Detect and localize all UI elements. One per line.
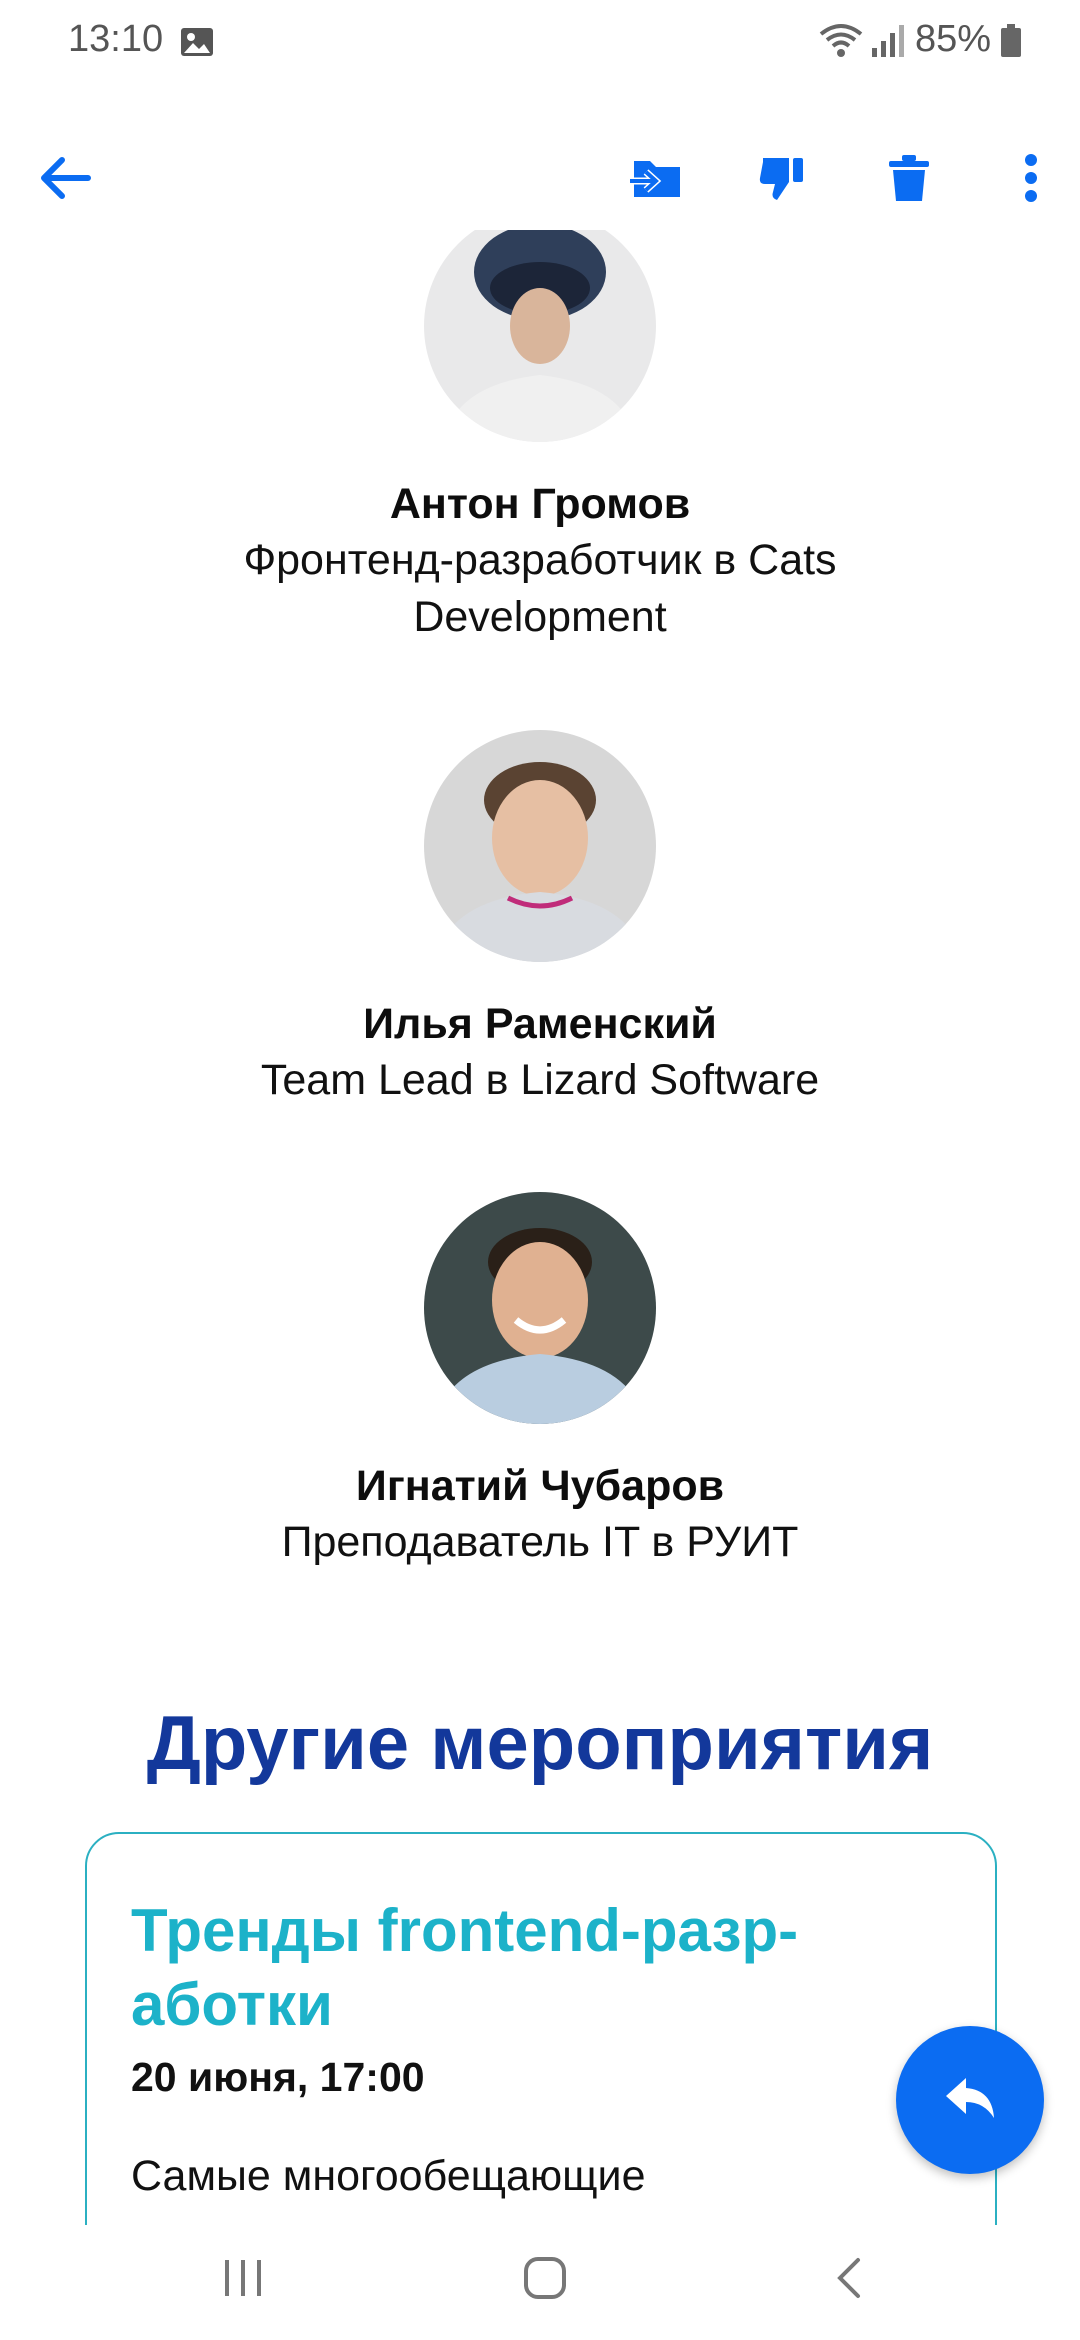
signal-icon — [870, 24, 906, 63]
speaker-role: Преподаватель IT в РУИТ — [281, 1518, 799, 1566]
back-button[interactable] — [20, 130, 110, 230]
event-card[interactable]: Тренды frontend-разр-аботки 20 июня, 17:… — [85, 1832, 997, 2225]
home-icon — [522, 2255, 568, 2306]
spam-button[interactable] — [738, 130, 828, 230]
delete-button[interactable] — [864, 130, 954, 230]
more-vert-icon — [1024, 153, 1038, 207]
message-body[interactable]: Антон Громов Фронтенд-разработчик в Cats… — [0, 230, 1080, 2225]
status-time: 13:10 — [68, 18, 164, 60]
event-date: 20 июня, 17:00 — [131, 2054, 425, 2100]
trash-icon — [886, 153, 932, 208]
nav-back-button[interactable] — [804, 2245, 894, 2315]
battery-icon — [1000, 24, 1022, 63]
speaker-name: Илья Раменский — [363, 1000, 717, 1048]
avatar — [424, 1192, 656, 1424]
section-title: Другие мероприятия — [146, 1701, 934, 1786]
battery-level: 85% — [915, 18, 992, 60]
speaker-name: Антон Громов — [389, 480, 691, 528]
speaker-card: Игнатий Чубаров Преподаватель IT в РУИТ — [0, 1192, 1080, 1571]
move-button[interactable] — [612, 130, 702, 230]
reply-button[interactable] — [896, 2026, 1044, 2174]
back-icon — [834, 2256, 864, 2305]
speaker-card: Илья Раменский Team Lead в Lizard Softwa… — [0, 730, 1080, 1109]
move-to-folder-icon — [628, 153, 686, 208]
recents-button[interactable] — [198, 2245, 288, 2315]
gallery-icon — [180, 27, 214, 62]
speaker-role: Фронтенд-разработчик в Cats Development — [243, 536, 837, 641]
home-button[interactable] — [500, 2245, 590, 2315]
avatar — [424, 230, 656, 442]
wifi-icon — [818, 22, 864, 65]
status-bar: 13:10 85% — [0, 0, 1080, 80]
recents-icon — [221, 2258, 265, 2303]
avatar — [424, 730, 656, 962]
speaker-role: Team Lead в Lizard Software — [260, 1056, 820, 1104]
system-nav-bar — [0, 2225, 1080, 2340]
speaker-name: Игнатий Чубаров — [355, 1462, 725, 1510]
event-title[interactable]: Тренды frontend-разр-аботки — [131, 1894, 891, 2042]
back-arrow-icon — [38, 155, 92, 206]
speaker-card: Антон Громов Фронтенд-разработчик в Cats… — [0, 230, 1080, 646]
spam-thumbs-down-icon — [757, 152, 809, 209]
event-description: Самые многообещающие — [131, 2152, 646, 2200]
reply-icon — [944, 2076, 996, 2125]
toolbar — [0, 130, 1080, 230]
more-options-button[interactable] — [986, 130, 1076, 230]
